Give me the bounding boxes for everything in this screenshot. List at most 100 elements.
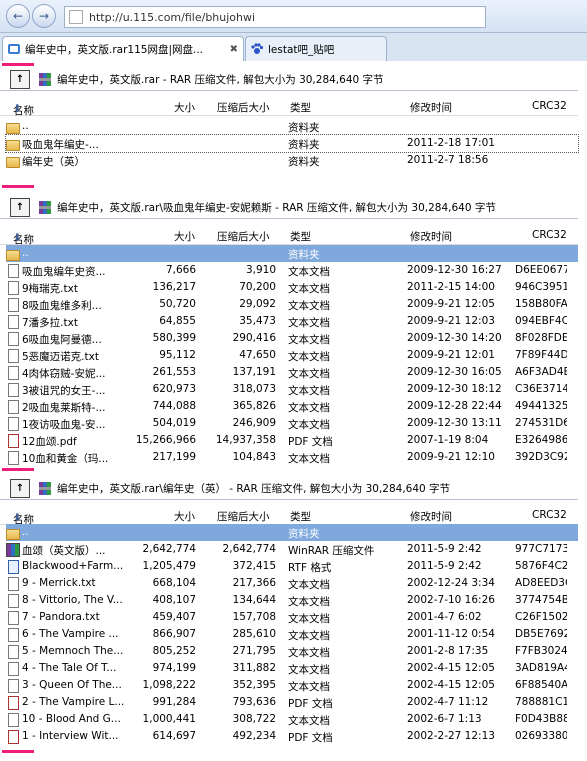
compressed-size: 308,722	[232, 713, 276, 725]
file-size: 1,000,441	[142, 713, 196, 725]
col-modified[interactable]: 修改时间	[410, 100, 452, 115]
col-size[interactable]: 大小	[174, 100, 195, 115]
file-row[interactable]: 吸血鬼年编史-... 资料夹 2011-2-18 17:01	[5, 134, 579, 153]
modified-time: 2009-9-21 12:01	[407, 349, 495, 361]
crc32-value: 02693380	[515, 730, 567, 742]
modified-time: 2002-2-27 12:13	[407, 730, 495, 742]
address-bar[interactable]: http://u.115.com/file/bhujohwi	[64, 6, 486, 28]
file-type: 文本文档	[288, 681, 330, 693]
archive-path: 编年史中，英文版.rar\编年史（英） - RAR 压缩文件, 解包大小为 30…	[57, 483, 451, 495]
col-crc[interactable]: CRC32	[532, 229, 567, 241]
file-row[interactable]: 3被诅咒的女王-... 620,973 318,073 文本文档 2009-12-30 …	[6, 381, 578, 398]
file-type: 文本文档	[288, 385, 330, 397]
file-size: 866,907	[152, 628, 196, 640]
url-text: http://u.115.com/file/bhujohwi	[89, 10, 256, 24]
up-folder-button[interactable]: ↑	[10, 479, 30, 498]
file-row[interactable]: 2 - The Vampire L... 991,284 793,636 PDF 文档…	[6, 694, 578, 711]
file-type: 资料夹	[288, 122, 320, 134]
col-crc[interactable]: CRC32	[532, 509, 567, 521]
file-row[interactable]: 2吸血鬼莱斯特-... 744,088 365,826 文本文档 2009-12-28 …	[6, 398, 578, 415]
file-type: 资料夹	[288, 249, 320, 261]
compressed-size: 793,636	[232, 696, 276, 708]
file-type: 文本文档	[288, 596, 330, 608]
col-size[interactable]: 大小	[174, 229, 195, 244]
back-button[interactable]: ←	[6, 4, 30, 28]
col-compressed[interactable]: 压缩后大小	[217, 229, 270, 244]
crc32-value: C36E3714	[515, 383, 567, 395]
text-file-icon	[8, 315, 19, 329]
col-type[interactable]: 类型	[290, 229, 311, 244]
file-row[interactable]: Blackwood+Farm... 1,205,479 372,415 RTF 格式 2…	[6, 558, 578, 575]
tab-baidu-tieba[interactable]: lestat吧_贴吧	[245, 36, 387, 61]
file-type: 文本文档	[288, 351, 330, 363]
file-row[interactable]: 5 - Memnoch The... 805,252 271,795 文本文档 2001…	[6, 643, 578, 660]
file-row[interactable]: 9梅瑞克.txt 136,217 70,200 文本文档 2011-2-15 14:00…	[6, 279, 578, 296]
file-row[interactable]: 1夜访吸血鬼-安... 504,019 246,909 文本文档 2009-12-30 …	[6, 415, 578, 432]
sort-down-icon: ⬇	[13, 512, 22, 524]
file-size: 805,252	[152, 645, 196, 657]
file-row[interactable]: 8 - Vittorio, The V... 408,107 134,644 文本文档…	[6, 592, 578, 609]
col-type[interactable]: 类型	[290, 100, 311, 115]
highlight-marker	[2, 468, 34, 471]
col-modified[interactable]: 修改时间	[410, 509, 452, 524]
col-crc[interactable]: CRC32	[532, 100, 567, 112]
text-file-icon	[8, 594, 19, 608]
pdf-file-icon	[8, 730, 19, 744]
back-arrow-icon: ←	[12, 9, 24, 23]
file-size: 620,973	[152, 383, 196, 395]
modified-time: 2009-12-28 22:44	[407, 400, 502, 412]
file-row[interactable]: 1 - Interview Wit... 614,697 492,234 PDF 文档…	[6, 728, 578, 745]
file-size: 7,666	[165, 264, 196, 276]
file-size: 668,104	[152, 577, 196, 589]
compressed-size: 29,092	[239, 298, 276, 310]
file-row[interactable]: 4肉体窃贼-安妮... 261,553 137,191 文本文档 2009-12-30 …	[6, 364, 578, 381]
modified-time: 2002-4-7 11:12	[407, 696, 489, 708]
col-type[interactable]: 类型	[290, 509, 311, 524]
file-row[interactable]: 5恶魔迈诺克.txt 95,112 47,650 文本文档 2009-9-21 12:0…	[6, 347, 578, 364]
file-size: 50,720	[159, 298, 196, 310]
compressed-size: 217,366	[232, 577, 276, 589]
highlight-marker	[2, 185, 34, 188]
up-folder-button[interactable]: ↑	[10, 198, 30, 217]
parent-folder-row[interactable]: .. 资料夹	[6, 524, 578, 541]
file-type: WinRAR 压缩文件	[288, 545, 375, 557]
archive-path: 编年史中，英文版.rar\吸血鬼年编史-安妮赖斯 - RAR 压缩文件, 解包大…	[57, 202, 496, 214]
folder-icon	[6, 123, 20, 134]
highlight-marker	[2, 63, 34, 66]
text-file-icon	[8, 366, 19, 380]
file-row[interactable]: 血颂（英文版）... 2,642,774 2,642,774 WinRAR 压缩文件 2…	[6, 541, 578, 558]
file-row[interactable]: 3 - Queen Of The... 1,098,222 352,395 文本文档 2…	[6, 677, 578, 694]
file-row[interactable]: 10血和黄金（玛... 217,199 104,843 文本文档 2009-9-21 1…	[6, 449, 578, 466]
file-row[interactable]: 12血颂.pdf 15,266,966 14,937,358 PDF 文档 2007-1…	[6, 432, 578, 449]
file-row[interactable]: 10 - Blood And G... 1,000,441 308,722 文本文档 2…	[6, 711, 578, 728]
tab-115-netdisk[interactable]: 编年史中，英文版.rar115网盘|网盘... ✖	[2, 36, 244, 61]
close-tab-icon[interactable]: ✖	[230, 44, 238, 55]
parent-folder-row[interactable]: .. 资料夹	[6, 245, 578, 262]
file-type: PDF 文档	[288, 436, 333, 448]
archive-path-bar: ↑ 编年史中，英文版.rar\吸血鬼年编史-安妮赖斯 - RAR 压缩文件, 解…	[0, 197, 578, 219]
file-size: 1,205,479	[142, 560, 196, 572]
up-folder-button[interactable]: ↑	[10, 70, 30, 89]
file-row[interactable]: 4 - The Tale Of T... 974,199 311,882 文本文档 20…	[6, 660, 578, 677]
file-row[interactable]: 吸血鬼编年史资... 7,666 3,910 文本文档 2009-12-30 16:27…	[6, 262, 578, 279]
crc32-value: 094EBF4C	[515, 315, 567, 327]
file-row[interactable]: 6吸血鬼阿曼德... 580,399 290,416 文本文档 2009-12-30 1…	[6, 330, 578, 347]
file-row[interactable]: 6 - The Vampire ... 866,907 285,610 文本文档 200…	[6, 626, 578, 643]
compressed-size: 157,708	[232, 611, 276, 623]
col-modified[interactable]: 修改时间	[410, 229, 452, 244]
crc32-value: A6F3AD4E	[515, 366, 567, 378]
col-compressed[interactable]: 压缩后大小	[217, 509, 270, 524]
parent-folder-row[interactable]: .. 资料夹	[6, 118, 578, 135]
col-compressed[interactable]: 压缩后大小	[217, 100, 270, 115]
file-type: 文本文档	[288, 402, 330, 414]
modified-time: 2011-5-9 2:42	[407, 543, 482, 555]
file-row[interactable]: 7 - Pandora.txt 459,407 157,708 文本文档 2001-4-…	[6, 609, 578, 626]
file-row[interactable]: 编年史（英） 资料夹 2011-2-7 18:56	[6, 152, 578, 169]
modified-time: 2009-12-30 14:20	[407, 332, 502, 344]
file-row[interactable]: 9 - Merrick.txt 668,104 217,366 文本文档 2002-12…	[6, 575, 578, 592]
forward-button[interactable]: →	[32, 4, 56, 28]
file-row[interactable]: 8吸血鬼维多利... 50,720 29,092 文本文档 2009-9-21 12:0…	[6, 296, 578, 313]
page-icon	[69, 10, 83, 24]
col-size[interactable]: 大小	[174, 509, 195, 524]
file-row[interactable]: 7潘多拉.txt 64,855 35,473 文本文档 2009-9-21 12:03 0…	[6, 313, 578, 330]
